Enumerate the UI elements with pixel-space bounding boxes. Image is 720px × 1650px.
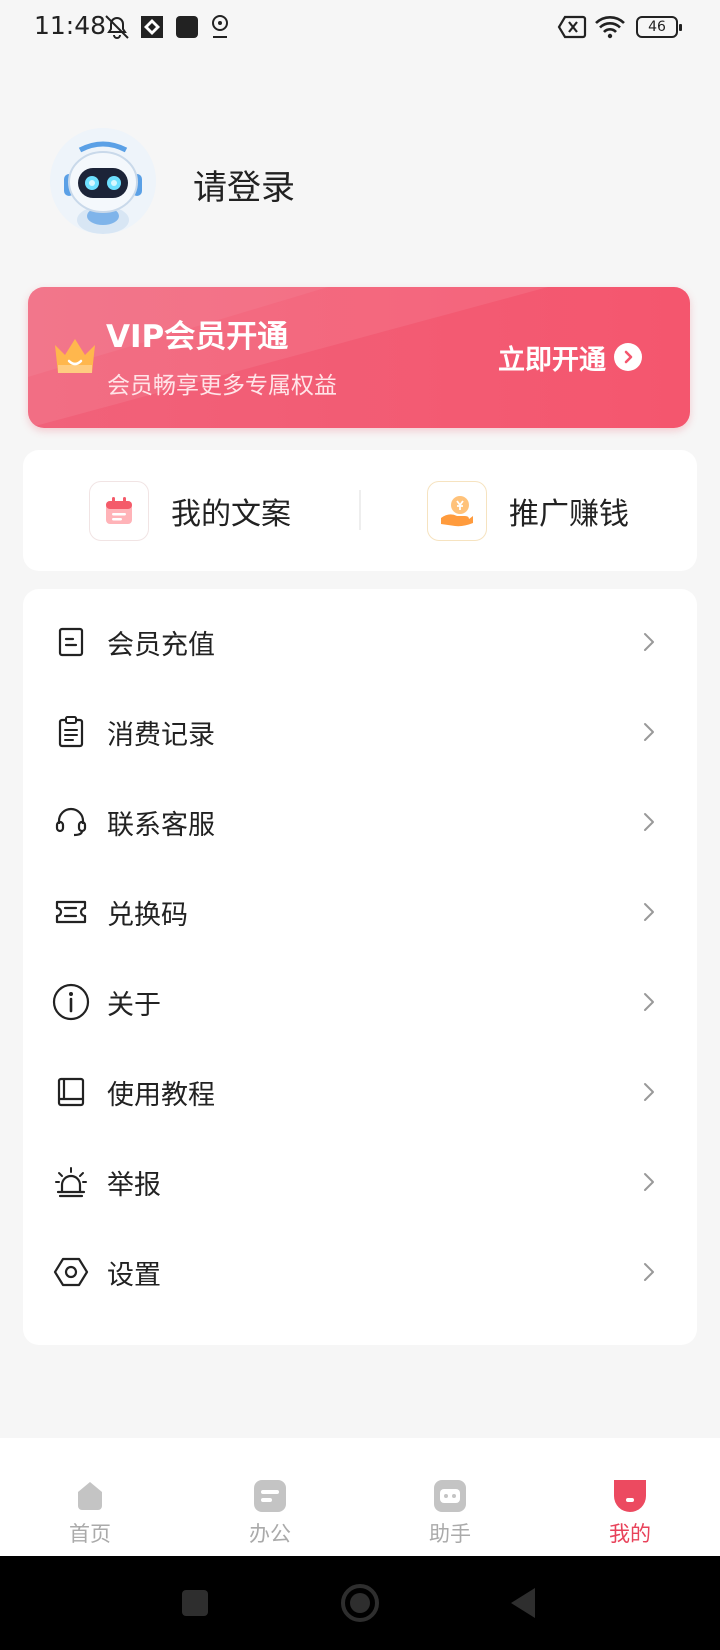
ticket-icon [52, 893, 90, 931]
tab-home[interactable]: 首页 [0, 1438, 180, 1556]
chevron-right-icon [644, 633, 654, 651]
chevron-right-icon [644, 903, 654, 921]
login-prompt[interactable]: 请登录 [193, 160, 295, 209]
vip-activate-label: 立即开通 [498, 344, 606, 376]
vip-title: VIP会员开通 [106, 319, 289, 355]
location-icon [210, 14, 230, 40]
tab-label: 助手 [429, 1522, 471, 1546]
quick-action-label: 我的文案 [171, 496, 291, 532]
menu-item-recharge[interactable]: 会员充值 [23, 597, 697, 687]
quick-action-my-copy[interactable]: 我的文案 [89, 450, 291, 571]
chevron-right-icon [644, 1173, 654, 1191]
chevron-right-icon [644, 1083, 654, 1101]
tab-label: 首页 [69, 1522, 111, 1546]
crown-icon [55, 339, 95, 373]
tab-assistant[interactable]: 助手 [360, 1438, 540, 1556]
bottom-tab-bar: 首页 办公 助手 我的 [0, 1438, 720, 1556]
clipboard-icon [52, 713, 90, 751]
profile-icon [614, 1480, 646, 1512]
app-notification-icon [140, 14, 164, 40]
wifi-icon [594, 14, 626, 40]
info-icon [52, 983, 90, 1021]
quick-action-label: 推广赚钱 [509, 496, 629, 532]
document-icon [52, 623, 90, 661]
quick-action-promote[interactable]: 推广赚钱 [427, 450, 629, 571]
tab-office[interactable]: 办公 [180, 1438, 360, 1556]
menu-item-tutorial[interactable]: 使用教程 [23, 1047, 697, 1137]
menu-item-consumption-records[interactable]: 消费记录 [23, 687, 697, 777]
menu-item-redeem-code[interactable]: 兑换码 [23, 867, 697, 957]
menu-label: 消费记录 [107, 719, 215, 751]
battery-level: 46 [648, 19, 666, 35]
mute-icon [103, 14, 131, 40]
vip-activate-button[interactable]: 立即开通 [498, 339, 642, 376]
robot-avatar-icon [50, 128, 156, 234]
chevron-right-icon [644, 723, 654, 741]
home-icon [78, 1482, 102, 1510]
menu-item-report[interactable]: 举报 [23, 1137, 697, 1227]
settings-menu: 会员充值 消费记录 联系客服 兑换码 关于 使用教程 举报 设置 [23, 589, 697, 1345]
settings-hexagon-icon [52, 1253, 90, 1291]
chevron-right-icon [644, 993, 654, 1011]
menu-item-about[interactable]: 关于 [23, 957, 697, 1047]
menu-label: 联系客服 [107, 809, 215, 841]
tab-profile[interactable]: 我的 [540, 1438, 720, 1556]
tab-label: 办公 [249, 1522, 291, 1546]
chevron-right-icon [644, 813, 654, 831]
no-sim-icon [557, 14, 587, 40]
back-nav-button[interactable] [508, 1586, 538, 1620]
system-navigation-bar [0, 1556, 720, 1650]
recent-apps-button[interactable] [180, 1588, 210, 1618]
chevron-right-icon [644, 1263, 654, 1281]
menu-item-customer-service[interactable]: 联系客服 [23, 777, 697, 867]
vip-subtitle: 会员畅享更多专属权益 [107, 373, 337, 399]
menu-label: 举报 [107, 1169, 161, 1201]
app-square-icon [175, 14, 199, 40]
menu-label: 会员充值 [107, 629, 215, 661]
quick-actions-divider [359, 490, 361, 530]
menu-label: 兑换码 [107, 899, 188, 931]
quick-actions-card: 我的文案 推广赚钱 [23, 450, 697, 571]
alarm-icon [52, 1163, 90, 1201]
status-time: 11:48 [34, 11, 107, 40]
headset-icon [52, 803, 90, 841]
vip-banner[interactable]: VIP会员开通 会员畅享更多专属权益 立即开通 [28, 287, 690, 428]
menu-label: 使用教程 [107, 1079, 215, 1111]
avatar[interactable] [50, 128, 156, 234]
menu-item-settings[interactable]: 设置 [23, 1227, 697, 1317]
calendar-icon [89, 480, 149, 541]
office-icon [254, 1480, 286, 1512]
menu-label: 关于 [107, 989, 161, 1021]
home-nav-button[interactable] [340, 1583, 380, 1623]
menu-label: 设置 [107, 1259, 161, 1291]
chevron-right-circle-icon [614, 343, 642, 371]
book-icon [52, 1073, 90, 1111]
status-bar: 11:48 46 [0, 0, 720, 56]
battery-icon: 46 [636, 14, 682, 40]
hand-coin-icon [427, 480, 487, 541]
assistant-icon [434, 1480, 466, 1512]
tab-label: 我的 [609, 1522, 651, 1546]
